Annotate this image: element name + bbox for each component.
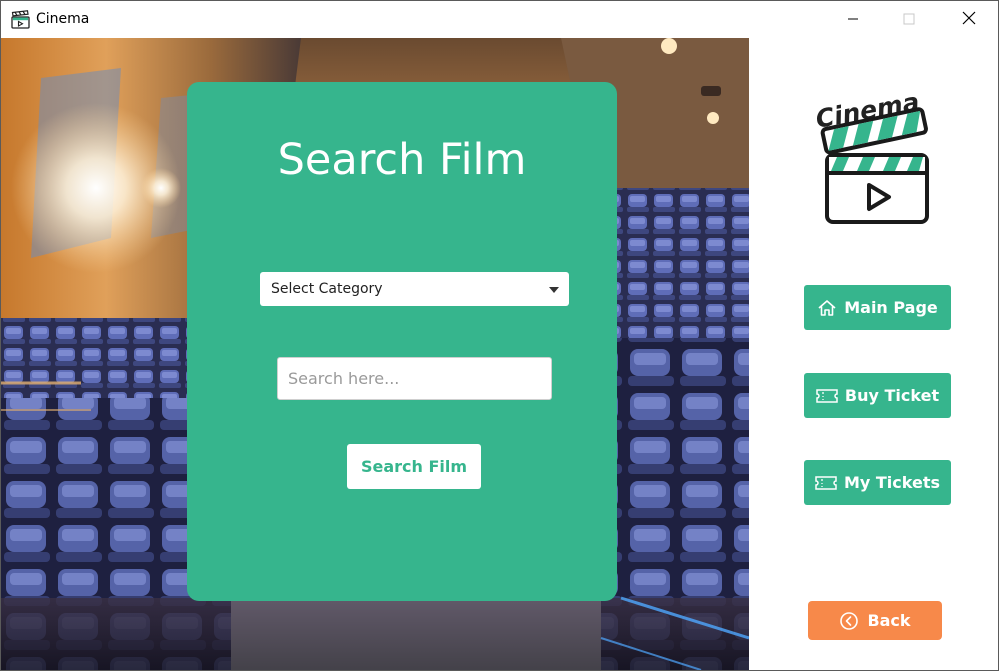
minimize-icon	[847, 10, 859, 29]
category-select[interactable]: Select Category	[260, 272, 569, 306]
close-button[interactable]	[946, 1, 992, 38]
main-page-button[interactable]: Main Page	[804, 285, 951, 330]
title-bar: Cinema	[1, 1, 998, 38]
back-label: Back	[867, 611, 911, 630]
main-page-label: Main Page	[844, 298, 938, 317]
cinema-logo: Cinema	[807, 69, 937, 229]
category-select-value: Select Category	[271, 281, 383, 297]
page-title: Search Film	[277, 135, 527, 185]
maximize-button[interactable]	[886, 1, 932, 38]
my-tickets-label: My Tickets	[843, 473, 941, 492]
close-icon	[962, 10, 976, 29]
buy-ticket-button[interactable]: Buy Ticket	[804, 373, 951, 418]
app-window: Cinema Search Film Select Category Searc…	[0, 0, 999, 671]
maximize-icon	[903, 10, 915, 29]
search-input[interactable]	[277, 357, 552, 400]
window-title: Cinema	[36, 11, 90, 27]
ticket-icon	[815, 475, 837, 491]
buy-ticket-label: Buy Ticket	[844, 386, 940, 405]
minimize-button[interactable]	[830, 1, 876, 38]
home-icon	[817, 299, 837, 317]
caret-down-icon	[549, 287, 559, 293]
back-button[interactable]: Back	[808, 601, 942, 640]
ticket-icon	[816, 388, 838, 404]
search-film-button[interactable]: Search Film	[347, 444, 481, 489]
clapperboard-icon	[11, 10, 30, 29]
my-tickets-button[interactable]: My Tickets	[804, 460, 951, 505]
chevron-left-circle-icon	[839, 611, 859, 631]
